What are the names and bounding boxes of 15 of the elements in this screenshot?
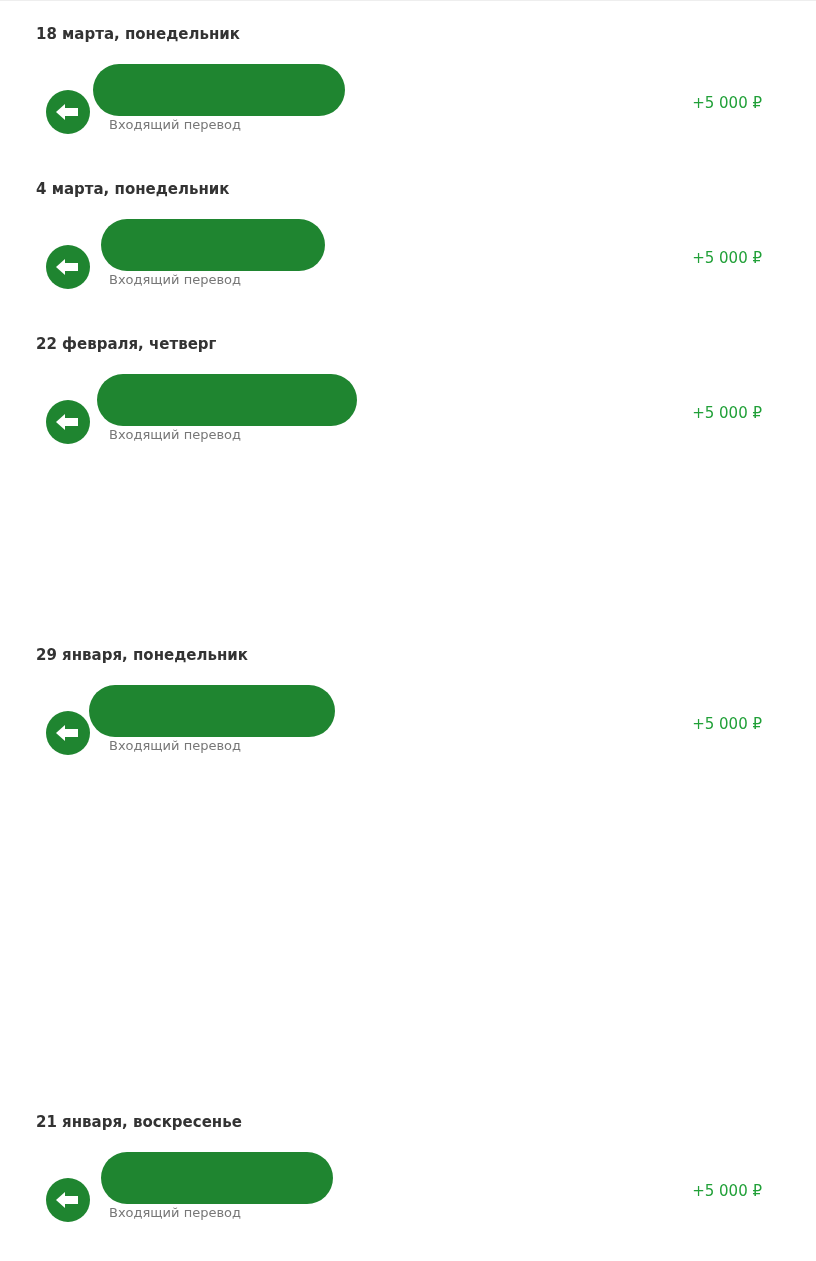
operation-type: Входящий перевод	[108, 427, 242, 443]
date-header: 21 января, воскресенье	[36, 1112, 243, 1132]
operation-type: Входящий перевод	[108, 272, 242, 288]
operation-type: Входящий перевод	[108, 117, 242, 133]
amount: +5 000 ₽	[692, 248, 762, 268]
amount: +5 000 ₽	[692, 403, 762, 423]
amount: +5 000 ₽	[692, 714, 762, 734]
amount: +5 000 ₽	[692, 93, 762, 113]
amount: +5 000 ₽	[692, 1181, 762, 1201]
date-header: 29 января, понедельник	[36, 645, 249, 665]
operation-type: Входящий перевод	[108, 738, 242, 754]
date-header: 22 февраля, четверг	[36, 334, 218, 354]
operation-type: Входящий перевод	[108, 1205, 242, 1221]
date-header: 4 марта, понедельник	[36, 179, 231, 199]
date-header: 18 марта, понедельник	[36, 24, 241, 44]
